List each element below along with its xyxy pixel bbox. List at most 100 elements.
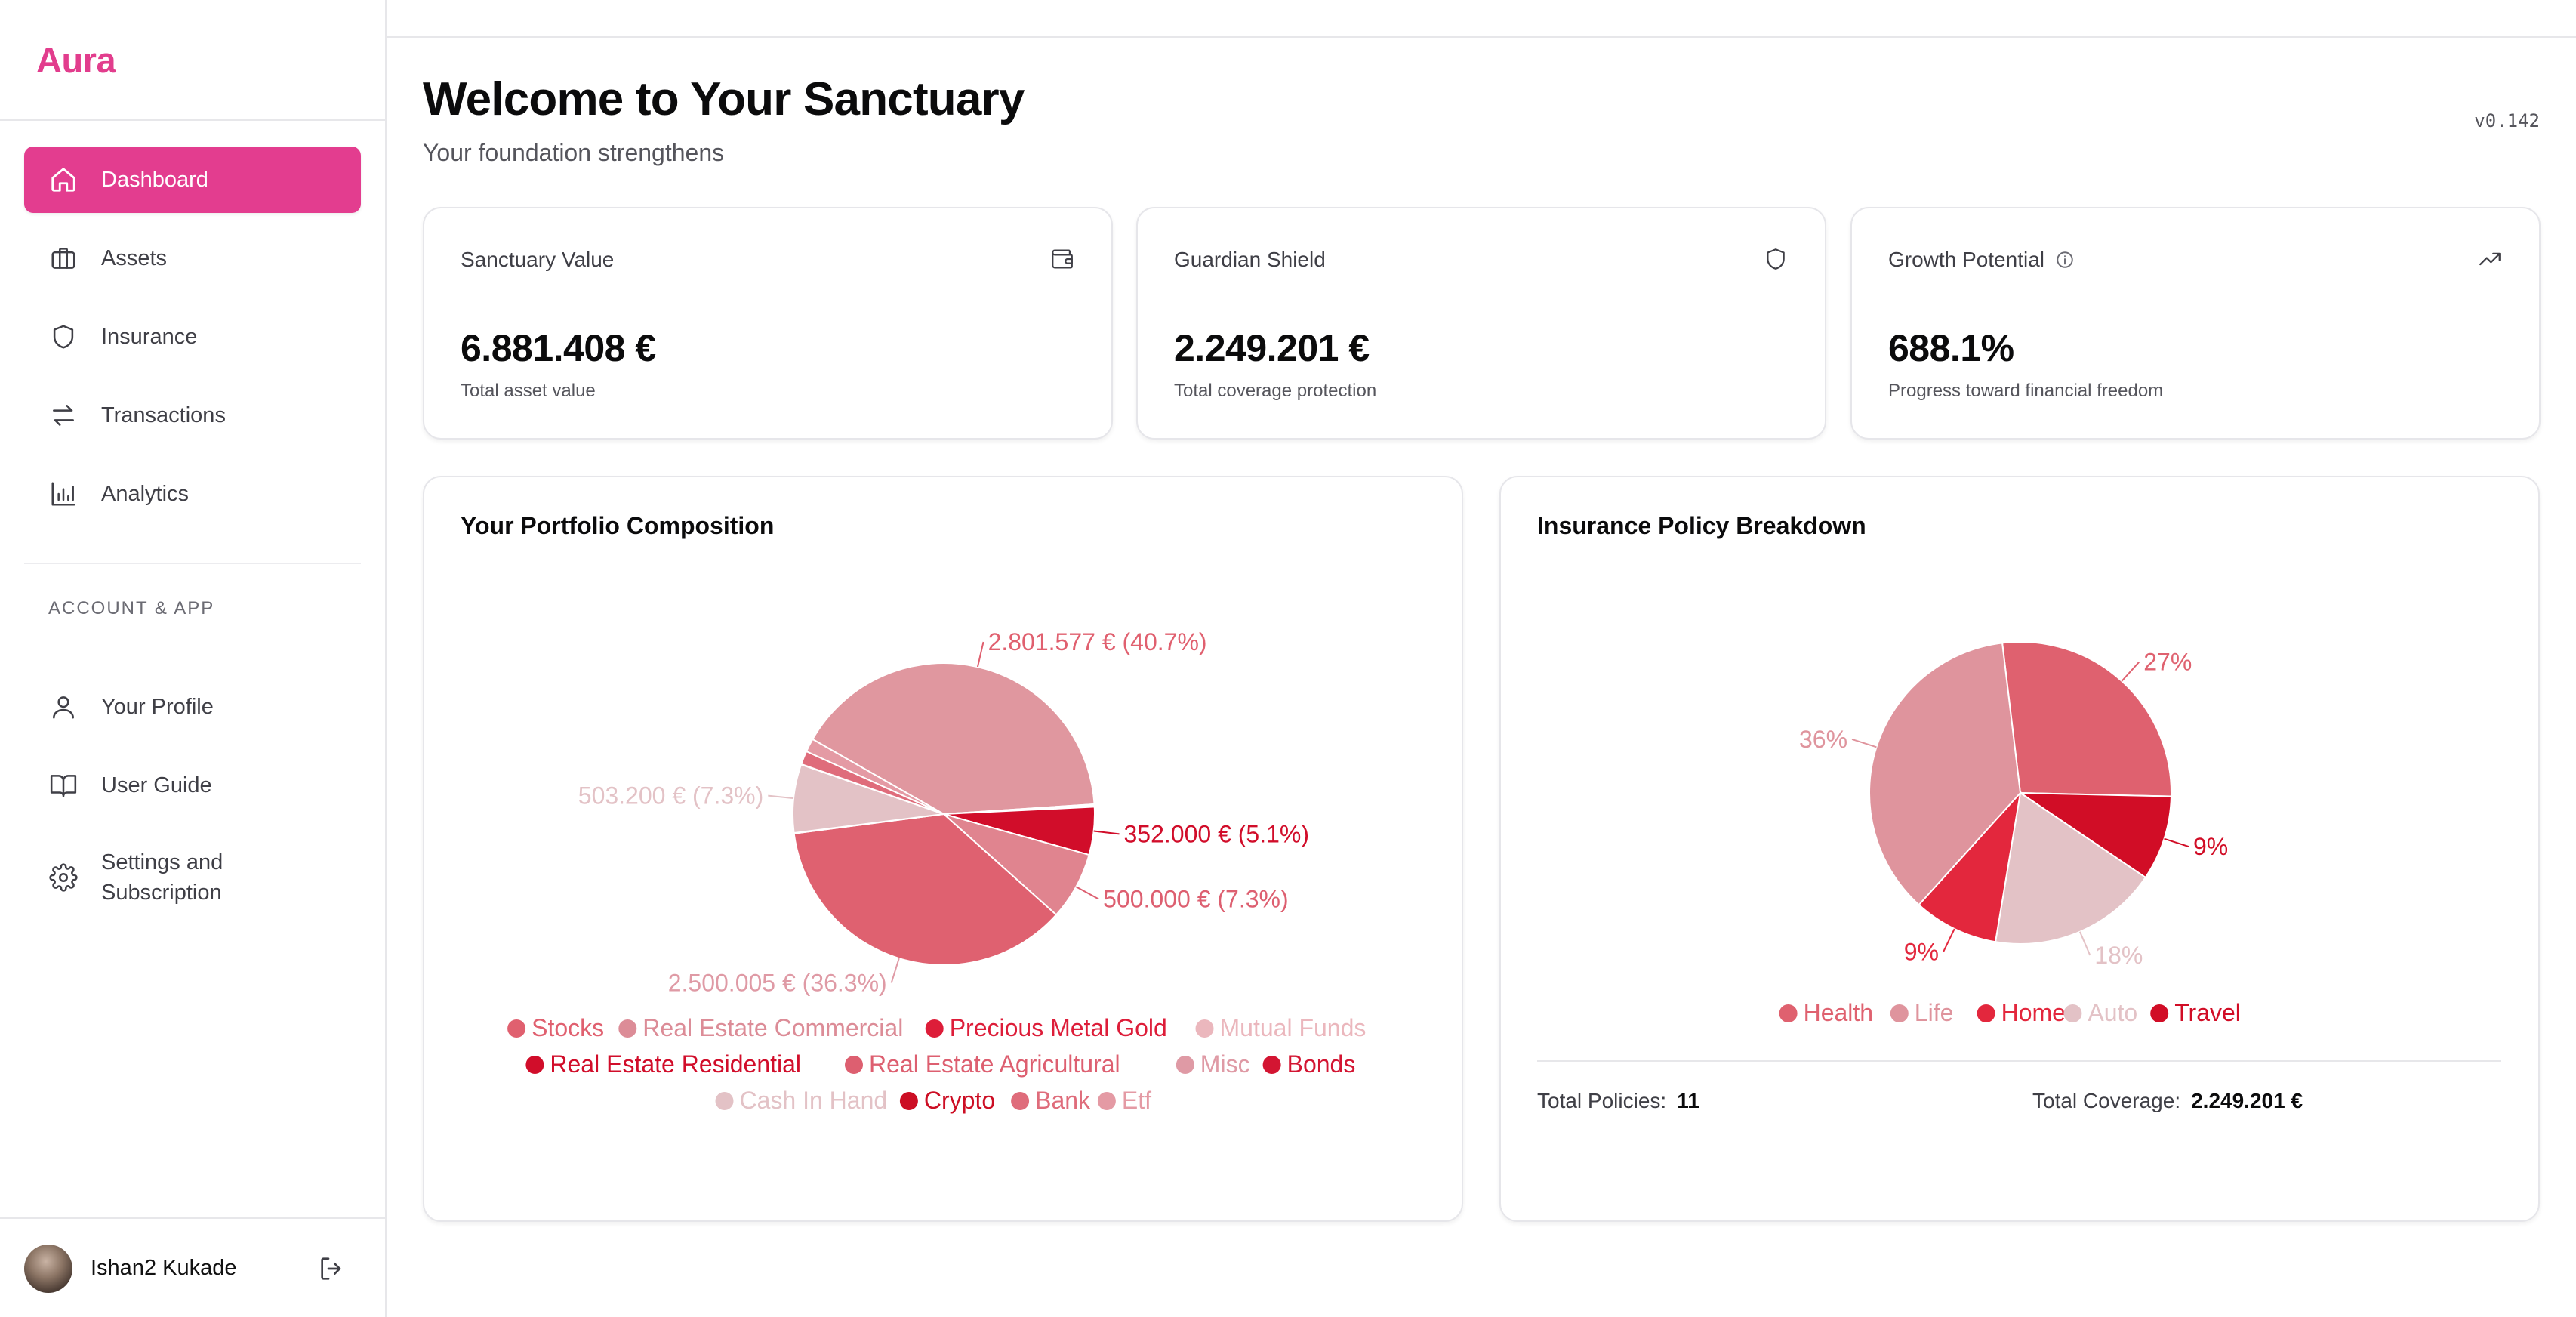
briefcase-icon [48, 243, 79, 273]
stat-card-sanctuary-value: Sanctuary Value 6.881.408 € Total asset … [423, 207, 1113, 440]
legend-item-etf: Etf [1122, 1087, 1151, 1114]
user-icon [48, 692, 79, 722]
stat-title: Sanctuary Value [461, 248, 615, 271]
sidebar-item-insurance[interactable]: Insurance [24, 304, 361, 370]
portfolio-pie-chart: 2.801.577 € (40.7%) 352.000 € (5.1%) 500.0… [507, 628, 1367, 1114]
legend-swatch-crypto [899, 1092, 918, 1110]
stat-card-guardian-shield: Guardian Shield 2.249.201 € Total covera… [1136, 207, 1826, 440]
page-title: Welcome to Your Sanctuary [423, 73, 1025, 125]
legend-swatch-life [1890, 1004, 1909, 1022]
sidebar-item-label: Transactions [101, 403, 226, 427]
user-name: Ishan2 Kukade [91, 1256, 237, 1280]
legend-item-stocks: Stocks [532, 1014, 604, 1041]
legend-swatch-bonds [1262, 1056, 1281, 1074]
sidebar-item-label: Assets [101, 245, 168, 270]
stat-note: Total asset value [461, 381, 596, 401]
data-label-real-estate-residential-leader [1093, 830, 1120, 835]
legend-swatch-bank [1011, 1092, 1030, 1110]
stat-value: 2.249.201 € [1174, 327, 1370, 369]
book-icon [48, 770, 79, 800]
legend-swatch-stocks [507, 1019, 526, 1038]
sidebar-item-dashboard[interactable]: Dashboard [24, 147, 361, 213]
data-label-life: 36% [1799, 726, 1847, 753]
sidebar-divider [0, 119, 385, 121]
portfolio-composition-card: Your Portfolio Composition 2.801.577 € (… [423, 476, 1463, 1222]
label-line-1: Settings and [101, 850, 223, 874]
page-subtitle: Your foundation strengthens [423, 139, 725, 166]
legend-swatch-real-estate-agricultural [845, 1056, 863, 1074]
data-label-misc-leader [890, 958, 900, 983]
data-label-home: 9% [1904, 939, 1939, 966]
sidebar-item-settings[interactable]: Settings and Subscription [24, 844, 361, 911]
data-label-travel: 9% [2193, 833, 2228, 860]
label-line-2: Subscription [101, 881, 222, 905]
brand-logo[interactable]: Aura [36, 39, 116, 81]
data-label-auto-leader [2078, 931, 2091, 956]
legend-swatch-real-estate-commercial [618, 1019, 637, 1038]
total-coverage: Total Coverage: 2.249.201 € [2032, 1089, 2303, 1113]
sidebar-item-label: Insurance [101, 324, 198, 349]
legend-swatch-home [1977, 1004, 1995, 1022]
legend-item-real-estate-residential: Real Estate Residential [550, 1050, 801, 1078]
data-label-health: 27% [2143, 649, 2192, 676]
top-bar-divider [387, 36, 2576, 38]
total-policies-label: Total Policies: [1537, 1089, 1667, 1112]
legend-item-misc: Misc [1200, 1050, 1250, 1078]
data-label-cash-in-hand-leader [768, 794, 794, 800]
home-icon [48, 165, 79, 195]
legend-item-health: Health [1804, 999, 1874, 1026]
sidebar-item-label: Analytics [101, 481, 190, 506]
sidebar-item-transactions[interactable]: Transactions [24, 382, 361, 449]
version-label: v0.142 [2474, 110, 2540, 131]
sidebar-item-user-guide[interactable]: User Guide [24, 752, 361, 819]
legend-swatch-travel [2150, 1004, 2169, 1022]
total-coverage-value: 2.249.201 € [2191, 1089, 2303, 1112]
stat-value: 688.1% [1888, 327, 2014, 369]
sidebar-separator [24, 563, 361, 564]
logout-icon[interactable] [317, 1254, 347, 1284]
legend-swatch-etf [1097, 1092, 1116, 1110]
data-label-travel-leader [2164, 837, 2189, 847]
data-label-cash-in-hand: 503.200 € (7.3%) [578, 782, 764, 810]
sidebar-item-profile[interactable]: Your Profile [24, 674, 361, 740]
bar-chart-icon [48, 479, 79, 509]
sidebar-item-assets[interactable]: Assets [24, 225, 361, 291]
legend-item-life: Life [1915, 999, 1954, 1026]
legend-swatch-real-estate-residential [525, 1056, 544, 1074]
data-label-real-estate-residential: 352.000 € (5.1%) [1124, 820, 1310, 847]
total-policies: Total Policies: 11 [1537, 1089, 1699, 1113]
sidebar-item-label: Your Profile [101, 694, 214, 719]
data-label-misc: 2.500.005 € (36.3%) [668, 970, 887, 997]
trending-up-icon [2477, 246, 2503, 272]
legend-swatch-auto [2063, 1004, 2082, 1022]
legend-item-bonds: Bonds [1287, 1050, 1356, 1078]
sidebar: Aura Dashboard Assets Insurance Transact… [0, 0, 387, 1317]
legend-swatch-cash-in-hand [715, 1092, 734, 1110]
legend-item-auto: Auto [2088, 999, 2137, 1026]
total-coverage-label: Total Coverage: [2032, 1089, 2181, 1112]
sidebar-item-label: Settings and Subscription [101, 847, 223, 908]
sidebar-item-analytics[interactable]: Analytics [24, 461, 361, 527]
stat-card-growth-potential: Growth Potential 688.1% Progress toward … [1850, 207, 2541, 440]
stat-note: Progress toward financial freedom [1888, 381, 2164, 401]
data-label-home-leader [1943, 928, 1955, 953]
insurance-breakdown-card: Insurance Policy Breakdown 27% 9% 18% 9% 36%… [1499, 476, 2540, 1222]
data-label-stocks: 2.801.577 € (40.7%) [988, 628, 1207, 655]
legend-item-travel: Travel [2174, 999, 2241, 1026]
legend-swatch-mutual-funds [1195, 1019, 1214, 1038]
gear-icon [48, 862, 79, 893]
shield-icon [1763, 246, 1789, 272]
legend-swatch-health [1779, 1004, 1798, 1022]
data-label-auto: 18% [2094, 942, 2143, 969]
legend-item-mutual-funds: Mutual Funds [1220, 1014, 1367, 1041]
section-heading: ACCOUNT & APP [48, 598, 215, 618]
sidebar-item-label: Dashboard [101, 167, 208, 192]
data-label-health-leader [2121, 662, 2140, 682]
shield-icon [48, 322, 79, 352]
avatar[interactable] [24, 1245, 72, 1293]
legend-item-cash-in-hand: Cash In Hand [740, 1087, 888, 1114]
data-label-life-leader [1851, 739, 1877, 748]
wallet-icon [1049, 246, 1075, 272]
arrows-swap-icon [48, 400, 79, 430]
info-icon[interactable] [2055, 250, 2075, 270]
